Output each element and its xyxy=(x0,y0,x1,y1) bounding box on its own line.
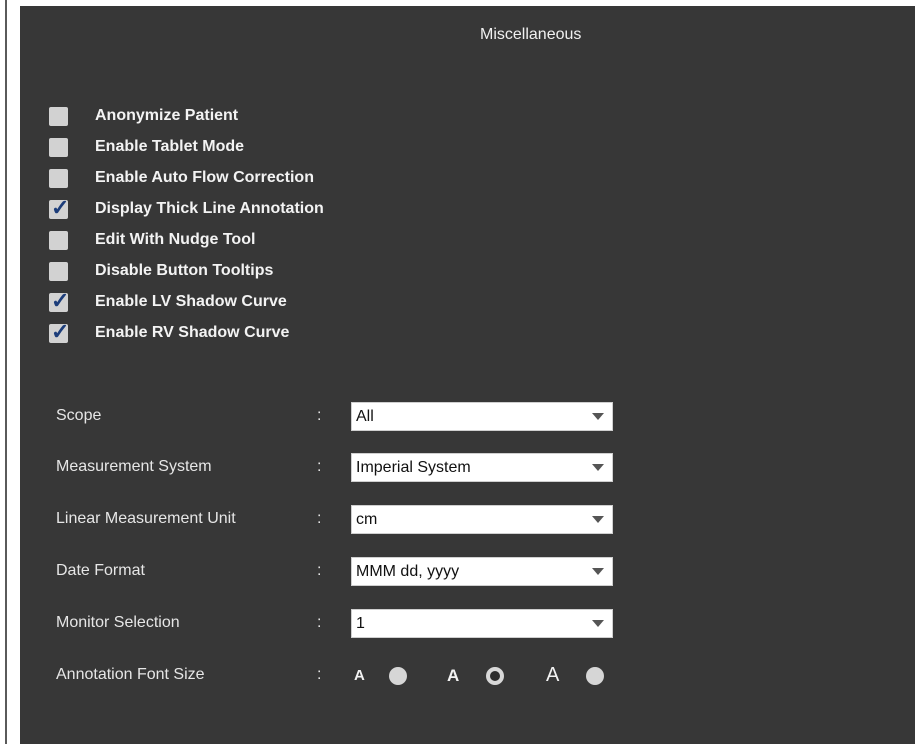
chevron-down-icon[interactable] xyxy=(584,558,612,585)
checkmark-icon: ✓ xyxy=(51,318,70,344)
checkmark-icon: ✓ xyxy=(51,194,70,220)
select-value: 1 xyxy=(356,615,365,632)
scope-label: Scope xyxy=(56,407,102,424)
select-value: Imperial System xyxy=(356,459,471,476)
font-size-large-radio[interactable] xyxy=(586,667,604,685)
checkbox-label: Enable RV Shadow Curve xyxy=(95,324,290,341)
separator: : xyxy=(317,614,322,631)
select-value: cm xyxy=(356,511,378,528)
scope-select[interactable]: All xyxy=(351,402,613,431)
disable-button-tooltips-checkbox[interactable] xyxy=(49,261,68,281)
checkbox-row-anonymize-patient[interactable]: Anonymize Patient xyxy=(49,102,238,130)
checkbox-row-edit-with-nudge-tool[interactable]: Edit With Nudge Tool xyxy=(49,226,255,254)
checkbox-row-display-thick-line-annotation[interactable]: ✓ Display Thick Line Annotation xyxy=(49,195,324,223)
edit-with-nudge-tool-checkbox[interactable] xyxy=(49,230,68,250)
enable-auto-flow-correction-checkbox[interactable] xyxy=(49,168,68,188)
font-size-medium-radio[interactable] xyxy=(486,667,504,685)
checkbox-label: Enable LV Shadow Curve xyxy=(95,293,287,310)
separator: : xyxy=(317,562,322,579)
chevron-down-icon[interactable] xyxy=(584,506,612,533)
chevron-down-icon[interactable] xyxy=(584,403,612,430)
monitor-selection-label: Monitor Selection xyxy=(56,614,180,631)
separator: : xyxy=(317,458,322,475)
enable-lv-shadow-curve-checkbox[interactable]: ✓ xyxy=(49,288,69,313)
checkbox-label: Enable Tablet Mode xyxy=(95,138,245,155)
window-border xyxy=(5,0,7,744)
font-size-small-radio[interactable] xyxy=(389,667,407,685)
linear-measurement-unit-select[interactable]: cm xyxy=(351,505,613,534)
chevron-down-icon[interactable] xyxy=(584,454,612,481)
display-thick-line-annotation-checkbox[interactable]: ✓ xyxy=(49,195,69,220)
date-format-select[interactable]: MMM dd, yyyy xyxy=(351,557,613,586)
checkbox-label: Disable Button Tooltips xyxy=(95,262,274,279)
measurement-system-select[interactable]: Imperial System xyxy=(351,453,613,482)
checkbox-row-enable-lv-shadow-curve[interactable]: ✓ Enable LV Shadow Curve xyxy=(49,288,287,316)
measurement-system-label: Measurement System xyxy=(56,458,212,475)
anonymize-patient-checkbox[interactable] xyxy=(49,106,68,126)
monitor-selection-select[interactable]: 1 xyxy=(351,609,613,638)
linear-measurement-unit-label: Linear Measurement Unit xyxy=(56,510,236,527)
font-size-medium-label: A xyxy=(447,666,460,685)
font-size-large-label: A xyxy=(546,664,560,686)
checkbox-row-disable-button-tooltips[interactable]: Disable Button Tooltips xyxy=(49,257,273,285)
checkbox-label: Enable Auto Flow Correction xyxy=(95,169,314,186)
annotation-font-size-label: Annotation Font Size xyxy=(56,666,205,683)
checkbox-row-enable-tablet-mode[interactable]: Enable Tablet Mode xyxy=(49,133,244,161)
enable-rv-shadow-curve-checkbox[interactable]: ✓ xyxy=(49,319,69,344)
separator: : xyxy=(317,666,322,683)
separator: : xyxy=(317,510,322,527)
checkbox-label: Anonymize Patient xyxy=(95,107,239,124)
checkbox-label: Edit With Nudge Tool xyxy=(95,231,256,248)
select-value: MMM dd, yyyy xyxy=(356,563,460,580)
checkbox-row-enable-auto-flow-correction[interactable]: Enable Auto Flow Correction xyxy=(49,164,314,192)
select-value: All xyxy=(356,408,374,425)
font-size-small-label: A xyxy=(354,667,365,684)
date-format-label: Date Format xyxy=(56,562,145,579)
panel-title: Miscellaneous xyxy=(480,26,582,43)
checkbox-row-enable-rv-shadow-curve[interactable]: ✓ Enable RV Shadow Curve xyxy=(49,319,289,347)
checkbox-label: Display Thick Line Annotation xyxy=(95,200,324,217)
enable-tablet-mode-checkbox[interactable] xyxy=(49,137,68,157)
checkmark-icon: ✓ xyxy=(51,287,70,313)
chevron-down-icon[interactable] xyxy=(584,610,612,637)
separator: : xyxy=(317,407,322,424)
